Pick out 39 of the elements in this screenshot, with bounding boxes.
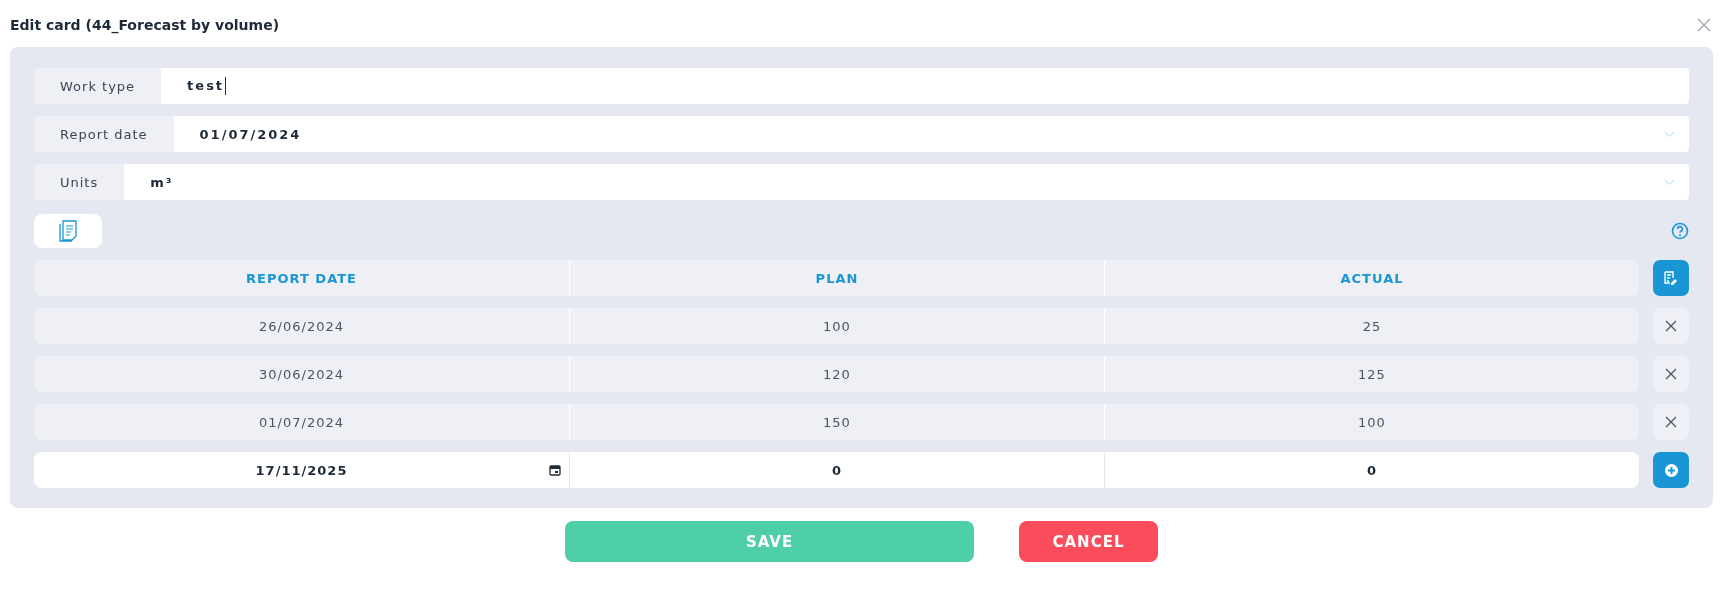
table-cell: 125 [1358,366,1386,382]
select-field[interactable]: 01/07/2024 [173,116,1689,152]
table-cell: 25 [1362,318,1382,334]
table-cell: 01/07/2024 [259,414,344,430]
export-button[interactable] [1653,260,1689,296]
calendar-icon[interactable] [549,464,561,476]
table-cell: 26/06/2024 [259,318,344,334]
close-icon [1665,320,1677,332]
delete-button[interactable] [1653,308,1689,344]
close-icon [1665,416,1677,428]
plan-input[interactable]: 0 [831,462,842,478]
date-input[interactable]: 17/11/2025 [255,462,348,478]
table-edit-icon [1664,271,1678,285]
input-field[interactable]: test [161,68,1689,104]
table-cell: 100 [1358,414,1386,430]
help-icon[interactable] [1671,222,1689,240]
actual-input[interactable]: 0 [1366,462,1377,478]
column-header: REPORT DATE [246,270,357,286]
delete-button[interactable] [1653,404,1689,440]
close-icon [1665,368,1677,380]
field-label: Work type [34,68,162,104]
table-cell: 30/06/2024 [259,366,344,382]
delete-button[interactable] [1653,356,1689,392]
table-cell: 150 [823,414,851,430]
plus-circle-icon [1664,463,1678,477]
close-icon[interactable] [1697,18,1711,32]
field-label: Report date [34,116,174,152]
select-field[interactable]: m³ [124,164,1689,200]
document-button[interactable] [34,214,102,248]
window-title: Edit card (44_Forecast by volume) [10,17,280,33]
chevron-down-icon [1664,130,1675,138]
column-header: PLAN [815,270,859,286]
field-label: Units [34,164,125,200]
table-cell: 120 [823,366,851,382]
table-cell: 100 [823,318,851,334]
column-header: ACTUAL [1340,270,1404,286]
documents-icon [59,220,77,242]
chevron-down-icon [1664,178,1675,186]
add-button[interactable] [1653,452,1689,488]
